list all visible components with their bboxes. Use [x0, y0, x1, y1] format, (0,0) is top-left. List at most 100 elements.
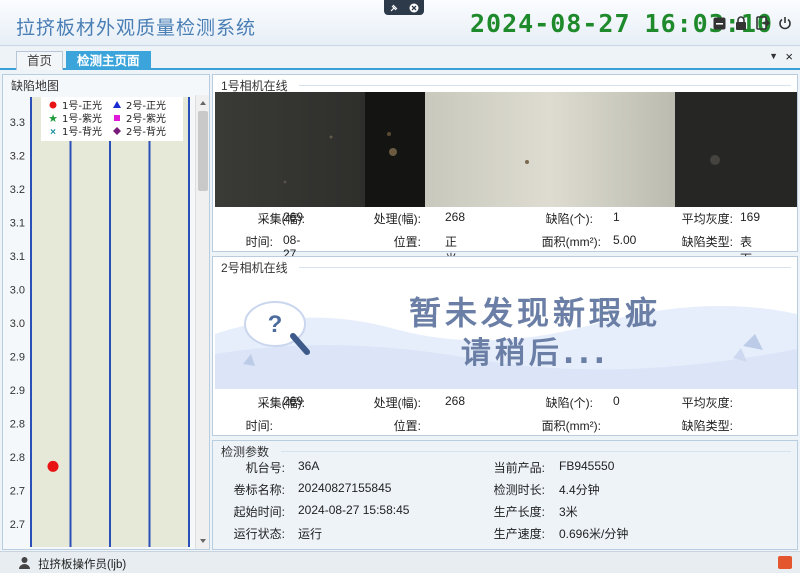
area-value: 5.00	[613, 233, 637, 247]
y-tick-label: 3.0	[10, 318, 25, 330]
svg-text:?: ?	[268, 311, 283, 338]
captured-value: 269	[283, 394, 304, 408]
machine-value: 36A	[298, 459, 320, 473]
defect-map-scrollbar[interactable]	[195, 95, 209, 549]
defects-label: 缺陷(个):	[545, 396, 593, 410]
legend-label: 1号-正光	[62, 99, 102, 112]
title-divider	[299, 85, 791, 86]
title-divider	[299, 267, 791, 268]
start-time-label: 起始时间:	[233, 505, 285, 519]
defect-map-title: 缺陷地图	[11, 79, 60, 93]
type-label: 缺陷类型:	[681, 419, 733, 433]
gray-label: 平均灰度:	[681, 212, 733, 226]
y-tick-label: 3.1	[10, 251, 25, 263]
inspection-params-panel: 检测参数 机台号: 36A 当前产品: FB945550 卷标名称: 20240…	[212, 440, 798, 550]
product-value: FB945550	[559, 459, 615, 473]
machine-label: 机台号:	[245, 461, 285, 475]
tab-home[interactable]: 首页	[16, 51, 64, 70]
y-tick-label: 2.7	[10, 519, 25, 531]
product-label: 当前产品:	[493, 461, 545, 475]
exit-icon[interactable]	[756, 16, 770, 30]
camera2-no-defect-banner: ? 暂未发现新瑕疵 请稍后...	[215, 274, 797, 389]
length-label: 生产长度:	[493, 505, 545, 519]
camera1-image	[215, 92, 797, 207]
legend-marker	[49, 101, 57, 109]
area-label: 面积(mm²):	[541, 235, 601, 249]
banner-line-2: 请稍后...	[460, 336, 610, 371]
app-title: 拉挤板材外观质量检测系统	[16, 18, 257, 39]
power-icon[interactable]	[778, 16, 792, 30]
defects-value: 0	[613, 394, 620, 408]
captured-value: 269	[283, 210, 304, 224]
camera2-panel: 2号相机在线 ? 暂未发现新瑕疵 请稍后... 采集(幅): 269 处理(幅)…	[212, 256, 798, 436]
status-bar: 拉挤板操作员(ljb)	[0, 551, 800, 573]
title-bar: 拉挤板材外观质量检测系统 2024-08-27 16:03:10	[0, 0, 800, 46]
position-label: 位置:	[393, 419, 421, 433]
defect-map-panel: 缺陷地图 3.3 3.2 3.2 3.1 3.1 3.0 3.0 2.9 2.9 2.8 2.8 2.…	[2, 74, 210, 550]
close-remote-icon[interactable]	[409, 3, 419, 13]
legend-label: 2号-正光	[126, 99, 166, 112]
processed-label: 处理(幅):	[373, 212, 421, 226]
y-tick-label: 3.3	[10, 117, 25, 129]
state-label: 运行状态:	[233, 527, 285, 541]
processed-value: 268	[445, 394, 466, 408]
remote-control-bar[interactable]	[384, 0, 424, 15]
legend-marker: ★	[48, 113, 58, 125]
duration-value: 4.4分钟	[559, 483, 600, 497]
processed-label: 处理(幅):	[373, 396, 421, 410]
tab-close-icon[interactable]: ×	[785, 49, 793, 64]
y-tick-label: 2.9	[10, 352, 25, 364]
roll-label: 卷标名称:	[233, 483, 285, 497]
camera1-panel: 1号相机在线 采集(幅): 269 处理(幅): 268 缺陷(个): 1 平均…	[212, 74, 798, 300]
position-label: 位置:	[393, 235, 421, 249]
speed-value: 0.696米/分钟	[559, 527, 629, 541]
time-label: 时间:	[245, 419, 273, 433]
y-tick-label: 3.0	[10, 285, 25, 297]
legend-label: 2号-紫光	[126, 112, 166, 125]
duration-label: 检测时长:	[493, 483, 545, 497]
legend-marker	[114, 115, 120, 121]
scrollbar-thumb[interactable]	[198, 111, 208, 191]
defects-value: 1	[613, 210, 620, 224]
time-label: 时间:	[245, 235, 273, 249]
lock-icon[interactable]	[734, 16, 748, 30]
clock-date: 2024-08-27	[470, 9, 631, 38]
area-label: 面积(mm²):	[541, 419, 601, 433]
tab-list-arrow-icon[interactable]: ▼	[769, 51, 778, 61]
gray-value: 169	[740, 210, 761, 224]
state-value: 运行	[298, 527, 323, 541]
params-title: 检测参数	[221, 445, 270, 459]
y-tick-label: 2.9	[10, 385, 25, 397]
y-tick-label: 2.8	[10, 452, 25, 464]
processed-value: 268	[445, 210, 466, 224]
notification-icon[interactable]	[778, 556, 792, 569]
y-tick-label: 2.8	[10, 419, 25, 431]
tab-bar: 首页 检测主页面 ▼ ×	[0, 48, 800, 70]
legend-label: 1号-紫光	[62, 112, 102, 125]
minimize-icon[interactable]	[712, 16, 726, 30]
type-label: 缺陷类型:	[681, 235, 733, 249]
y-tick-label: 3.1	[10, 218, 25, 230]
gray-label: 平均灰度:	[681, 396, 733, 410]
defect-map-chart: 3.3 3.2 3.2 3.1 3.1 3.0 3.0 2.9 2.9 2.8 2.8 2.7 2.7 1…	[10, 97, 190, 547]
start-time-value: 2024-08-27 15:58:45	[298, 503, 410, 517]
scroll-up-icon[interactable]	[196, 97, 210, 109]
window-controls	[712, 16, 792, 30]
tab-inspection-main[interactable]: 检测主页面	[66, 51, 151, 70]
y-tick-label: 2.7	[10, 486, 25, 498]
pin-icon[interactable]	[389, 3, 399, 13]
legend-marker: ×	[50, 127, 56, 138]
speed-label: 生产速度:	[493, 527, 545, 541]
title-divider	[281, 451, 791, 452]
legend-label: 2号-背光	[126, 125, 166, 138]
length-value: 3米	[559, 505, 578, 519]
roll-value: 20240827155845	[298, 481, 392, 495]
user-icon	[19, 557, 30, 569]
y-tick-label: 3.2	[10, 151, 25, 163]
current-user: 拉挤板操作员(ljb)	[38, 559, 127, 571]
y-tick-label: 3.2	[10, 184, 25, 196]
defect-point	[47, 460, 59, 472]
legend-label: 1号-背光	[62, 125, 102, 138]
scroll-down-icon[interactable]	[196, 535, 210, 547]
defects-label: 缺陷(个):	[545, 212, 593, 226]
